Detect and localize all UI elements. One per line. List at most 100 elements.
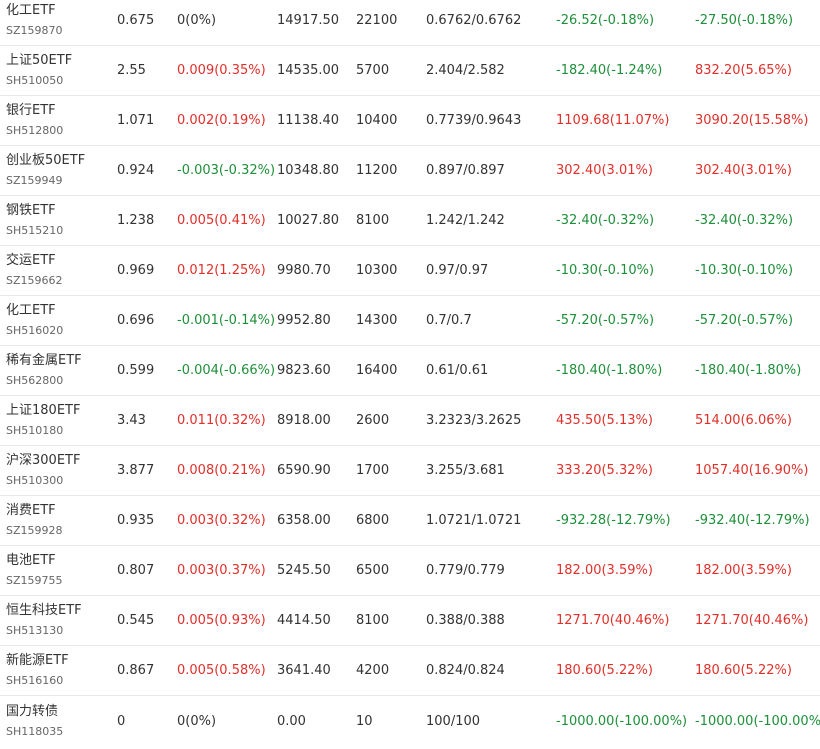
cost-cell: 0.7739/0.9643 [426, 113, 522, 128]
security-name[interactable]: 上证50ETF [6, 53, 72, 69]
security-code: SH516160 [6, 674, 64, 687]
security-code: SH513130 [6, 624, 64, 637]
security-name[interactable]: 创业板50ETF [6, 153, 85, 169]
change-cell: 0.005(0.58%) [177, 663, 266, 678]
market-value-cell: 14917.50 [277, 13, 340, 28]
security-cell[interactable]: 稀有金属ETF SH562800 [0, 346, 117, 395]
market-value-cell: 4414.50 [277, 613, 331, 628]
cost-cell: 0.97/0.97 [426, 263, 489, 278]
table-row[interactable]: 沪深300ETF SH510300 3.877 0.008(0.21%) 6590.90… [0, 446, 820, 496]
profit-loss-cell: -57.20(-0.57%) [556, 313, 655, 328]
table-row[interactable]: 电池ETF SZ159755 0.807 0.003(0.37%) 5245.50 650… [0, 546, 820, 596]
price-cell: 2.55 [117, 63, 146, 78]
cost-cell: 0.779/0.779 [426, 563, 505, 578]
total-profit-loss-cell: 514.00(6.06%) [695, 413, 792, 428]
table-row[interactable]: 化工ETF SZ159870 0.675 0(0%) 14917.50 22100 0.67… [0, 0, 820, 46]
price-cell: 0.867 [117, 663, 155, 678]
cost-cell: 0.388/0.388 [426, 613, 505, 628]
table-row[interactable]: 交运ETF SZ159662 0.969 0.012(1.25%) 9980.70 103… [0, 246, 820, 296]
security-name[interactable]: 国力转债 [6, 704, 58, 720]
price-cell: 0.696 [117, 313, 155, 328]
security-name[interactable]: 银行ETF [6, 103, 56, 119]
shares-cell: 16400 [356, 363, 398, 378]
security-cell[interactable]: 恒生科技ETF SH513130 [0, 596, 117, 645]
security-name[interactable]: 交运ETF [6, 253, 56, 269]
security-cell[interactable]: 化工ETF SZ159870 [0, 0, 117, 45]
security-cell[interactable]: 银行ETF SH512800 [0, 96, 117, 145]
table-row[interactable]: 上证180ETF SH510180 3.43 0.011(0.32%) 8918.00 2… [0, 396, 820, 446]
shares-cell: 14300 [356, 313, 398, 328]
table-row[interactable]: 稀有金属ETF SH562800 0.599 -0.004(-0.66%) 9823.6… [0, 346, 820, 396]
security-cell[interactable]: 新能源ETF SH516160 [0, 646, 117, 695]
change-cell: 0.003(0.32%) [177, 513, 266, 528]
change-cell: 0.003(0.37%) [177, 563, 266, 578]
security-name[interactable]: 新能源ETF [6, 653, 69, 669]
table-row[interactable]: 国力转债 SH118035 0 0(0%) 0.00 10 100/100 -1000.00(… [0, 696, 820, 746]
profit-loss-cell: 435.50(5.13%) [556, 413, 653, 428]
table-row[interactable]: 化工ETF SH516020 0.696 -0.001(-0.14%) 9952.80 1… [0, 296, 820, 346]
cost-cell: 0.6762/0.6762 [426, 13, 522, 28]
security-name[interactable]: 化工ETF [6, 3, 56, 19]
total-profit-loss-cell: -10.30(-0.10%) [695, 263, 794, 278]
table-row[interactable]: 创业板50ETF SZ159949 0.924 -0.003(-0.32%) 10348… [0, 146, 820, 196]
table-row[interactable]: 钢铁ETF SH515210 1.238 0.005(0.41%) 10027.80 81… [0, 196, 820, 246]
profit-loss-cell: -10.30(-0.10%) [556, 263, 655, 278]
security-code: SH510180 [6, 424, 64, 437]
total-profit-loss-cell: 1271.70(40.46%) [695, 613, 809, 628]
security-name[interactable]: 钢铁ETF [6, 203, 56, 219]
security-code: SH512800 [6, 124, 64, 137]
security-name[interactable]: 上证180ETF [6, 403, 80, 419]
price-cell: 0.599 [117, 363, 155, 378]
security-name[interactable]: 沪深300ETF [6, 453, 80, 469]
security-cell[interactable]: 消费ETF SZ159928 [0, 496, 117, 545]
security-cell[interactable]: 化工ETF SH516020 [0, 296, 117, 345]
table-row[interactable]: 消费ETF SZ159928 0.935 0.003(0.32%) 6358.00 680… [0, 496, 820, 546]
security-name[interactable]: 电池ETF [6, 553, 56, 569]
security-cell[interactable]: 上证180ETF SH510180 [0, 396, 117, 445]
profit-loss-cell: 182.00(3.59%) [556, 563, 653, 578]
security-name[interactable]: 稀有金属ETF [6, 353, 82, 369]
profit-loss-cell: -1000.00(-100.00%) [556, 713, 688, 729]
change-cell: 0.012(1.25%) [177, 263, 266, 278]
profit-loss-cell: 1109.68(11.07%) [556, 113, 670, 128]
price-cell: 0.924 [117, 163, 155, 178]
security-cell[interactable]: 沪深300ETF SH510300 [0, 446, 117, 495]
security-cell[interactable]: 国力转债 SH118035 [0, 696, 117, 746]
profit-loss-cell: 1271.70(40.46%) [556, 613, 670, 628]
security-cell[interactable]: 钢铁ETF SH515210 [0, 196, 117, 245]
total-profit-loss-cell: -180.40(-1.80%) [695, 363, 802, 378]
cost-cell: 1.0721/1.0721 [426, 513, 522, 528]
security-name[interactable]: 消费ETF [6, 503, 56, 519]
market-value-cell: 3641.40 [277, 663, 331, 678]
price-cell: 0.545 [117, 613, 155, 628]
security-name[interactable]: 化工ETF [6, 303, 56, 319]
security-code: SZ159755 [6, 574, 63, 587]
profit-loss-cell: -26.52(-0.18%) [556, 13, 655, 28]
security-cell[interactable]: 电池ETF SZ159755 [0, 546, 117, 595]
table-row[interactable]: 恒生科技ETF SH513130 0.545 0.005(0.93%) 4414.50 8… [0, 596, 820, 646]
market-value-cell: 6590.90 [277, 463, 331, 478]
security-code: SZ159928 [6, 524, 63, 537]
market-value-cell: 10027.80 [277, 213, 340, 228]
table-row[interactable]: 上证50ETF SH510050 2.55 0.009(0.35%) 14535.00 5… [0, 46, 820, 96]
security-cell[interactable]: 上证50ETF SH510050 [0, 46, 117, 95]
cost-cell: 1.242/1.242 [426, 213, 505, 228]
change-cell: -0.001(-0.14%) [177, 313, 276, 328]
cost-cell: 3.255/3.681 [426, 463, 505, 478]
price-cell: 0.969 [117, 263, 155, 278]
security-cell[interactable]: 创业板50ETF SZ159949 [0, 146, 117, 195]
security-name[interactable]: 恒生科技ETF [6, 603, 82, 619]
price-cell: 0.935 [117, 513, 155, 528]
market-value-cell: 10348.80 [277, 163, 340, 178]
cost-cell: 0.7/0.7 [426, 313, 472, 328]
cost-cell: 3.2323/3.2625 [426, 413, 522, 428]
security-cell[interactable]: 交运ETF SZ159662 [0, 246, 117, 295]
security-code: SZ159949 [6, 174, 63, 187]
table-row[interactable]: 银行ETF SH512800 1.071 0.002(0.19%) 11138.40 10… [0, 96, 820, 146]
change-cell: 0.005(0.93%) [177, 613, 266, 628]
change-cell: 0(0%) [177, 713, 217, 729]
market-value-cell: 9980.70 [277, 263, 331, 278]
shares-cell: 11200 [356, 163, 398, 178]
table-row[interactable]: 新能源ETF SH516160 0.867 0.005(0.58%) 3641.40 42… [0, 646, 820, 696]
change-cell: 0.011(0.32%) [177, 413, 266, 428]
